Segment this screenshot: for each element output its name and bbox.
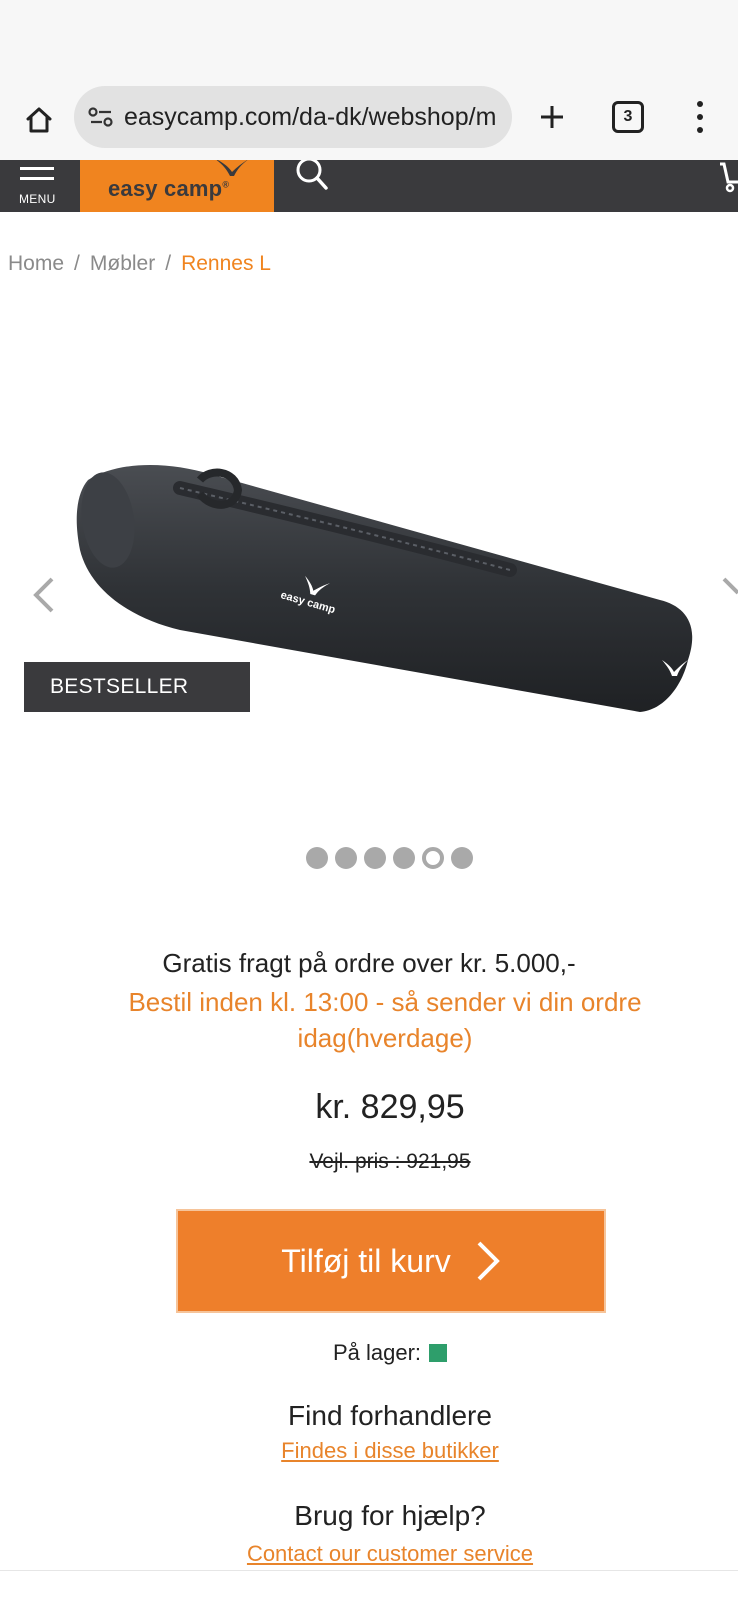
more-menu-icon[interactable]: [690, 97, 710, 137]
new-tab-icon: [541, 106, 563, 128]
site-header: MENU easy camp®: [0, 157, 738, 212]
gallery-prev-icon[interactable]: [30, 575, 60, 615]
site-logo[interactable]: easy camp®: [80, 160, 274, 212]
menu-label: MENU: [19, 192, 56, 206]
new-tab-button[interactable]: [532, 97, 572, 137]
cart-button[interactable]: [718, 160, 738, 194]
site-settings-icon[interactable]: [86, 102, 116, 132]
hamburger-icon: [20, 167, 54, 170]
address-bar[interactable]: easycamp.com/da-dk/webshop/m: [74, 86, 512, 148]
find-dealers-link[interactable]: Findes i disse butikker: [0, 1438, 738, 1464]
menu-button[interactable]: MENU: [14, 162, 64, 210]
tab-count: 3: [623, 108, 633, 125]
help-title: Brug for hjælp?: [294, 1500, 486, 1531]
breadcrumb-separator: /: [165, 252, 172, 275]
gallery-pagination: [306, 847, 473, 869]
gallery-dot[interactable]: [335, 847, 357, 869]
search-button[interactable]: [294, 157, 334, 194]
bestseller-badge: BESTSELLER: [24, 662, 250, 712]
add-to-cart-label: Tilføj til kurv: [281, 1242, 451, 1279]
logo-text: easy camp®: [108, 176, 230, 201]
recommended-price: Vejl. pris : 921,95: [309, 1150, 471, 1173]
gallery-dot[interactable]: [393, 847, 415, 869]
cart-icon: [720, 162, 738, 193]
gallery-next-icon[interactable]: [722, 575, 738, 615]
gallery-dot[interactable]: [451, 847, 473, 869]
order-deadline-text: Bestil inden kl. 13:00 - så sender vi di…: [128, 987, 642, 1053]
search-icon: [296, 157, 328, 190]
divider: [0, 1570, 738, 1571]
product-gallery[interactable]: easy camp BESTSELLER: [0, 300, 738, 820]
gallery-dot-active[interactable]: [422, 847, 444, 869]
breadcrumb-separator: /: [74, 252, 80, 275]
customer-service-link[interactable]: Contact our customer service: [0, 1541, 738, 1567]
breadcrumb-home[interactable]: Home: [8, 252, 64, 276]
home-button[interactable]: [18, 99, 60, 141]
browser-toolbar: easycamp.com/da-dk/webshop/m 3: [0, 80, 738, 160]
stock-label: På lager:: [332, 1340, 422, 1365]
find-dealers-title: Find forhandlere: [288, 1400, 492, 1431]
home-icon: [26, 107, 52, 133]
url-text: easycamp.com/da-dk/webshop/m: [124, 102, 497, 131]
add-to-cart-button[interactable]: Tilføj til kurv: [176, 1209, 606, 1313]
stock-status: På lager:: [0, 1340, 738, 1366]
hamburger-icon-bar: [20, 177, 54, 180]
free-shipping-text: Gratis fragt på ordre over kr. 5.000,-: [162, 948, 576, 978]
product-price: kr. 829,95: [315, 1088, 465, 1126]
tab-switcher-icon[interactable]: 3: [612, 101, 644, 133]
breadcrumb-category[interactable]: Møbler: [90, 252, 155, 276]
gallery-dot[interactable]: [306, 847, 328, 869]
gallery-dot[interactable]: [364, 847, 386, 869]
status-bar-area: [0, 0, 738, 80]
breadcrumb: Home / Møbler / Rennes L: [8, 252, 271, 276]
breadcrumb-current: Rennes L: [181, 252, 271, 275]
chevron-right-icon: [477, 1241, 500, 1281]
in-stock-indicator: [429, 1344, 448, 1362]
